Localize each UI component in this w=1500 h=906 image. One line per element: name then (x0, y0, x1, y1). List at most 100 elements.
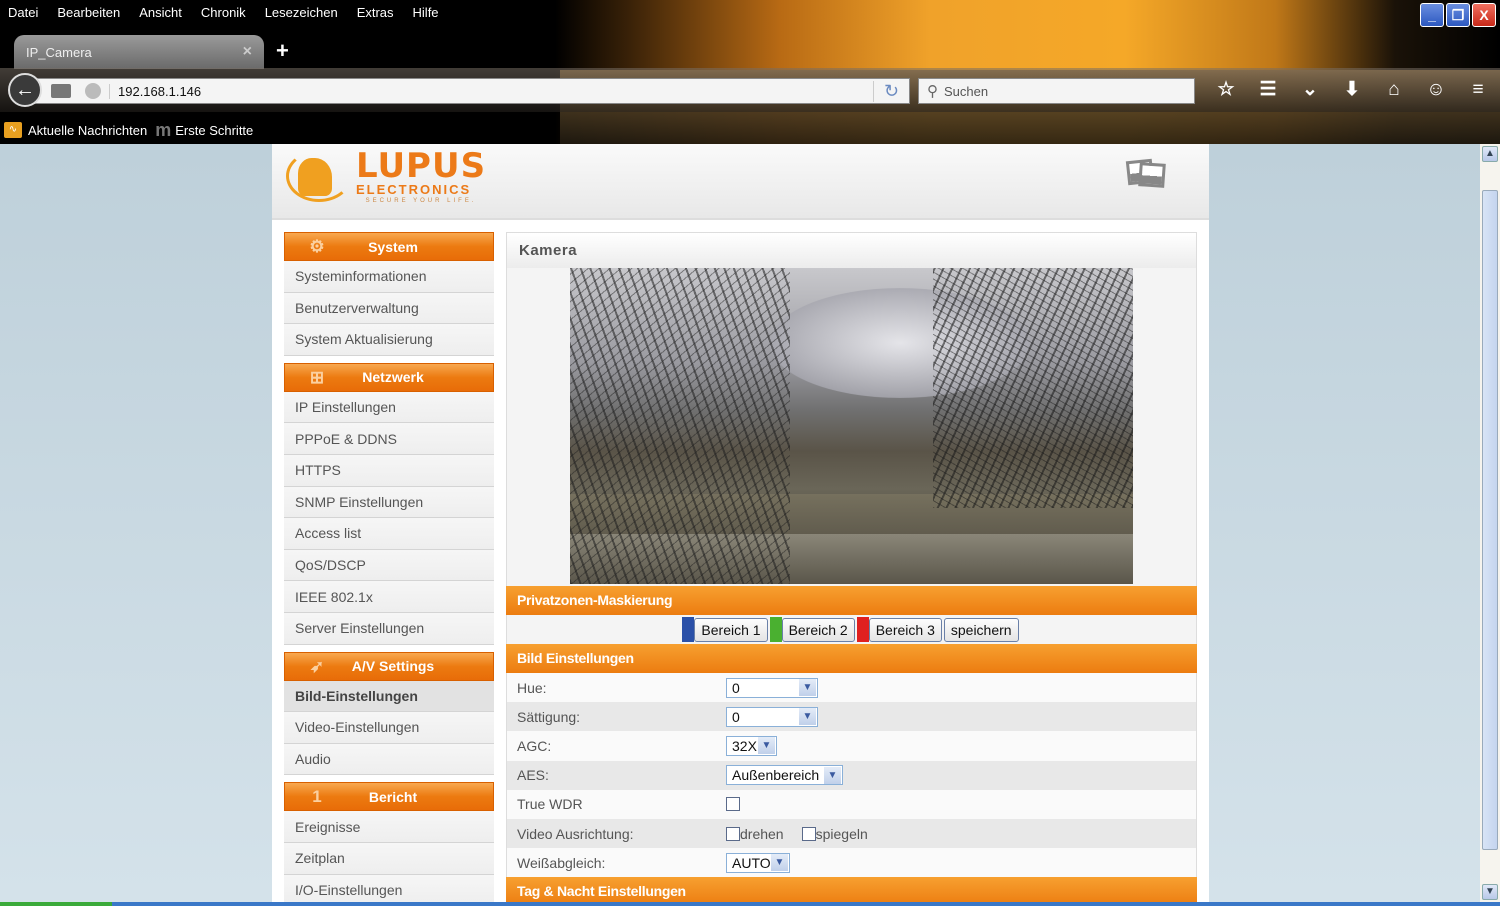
bereich-1-button[interactable]: Bereich 1 (694, 617, 768, 642)
reload-icon[interactable]: ↻ (873, 80, 909, 102)
chevron-down-icon: ▼ (824, 766, 841, 784)
menu-extras[interactable]: Extras (357, 5, 394, 20)
bookmarks-bar: ∿ Aktuelle Nachrichten m Erste Schritte (0, 118, 253, 142)
hue-select[interactable]: 0 ▼ (726, 677, 818, 698)
bookmark-erste-schritte[interactable]: Erste Schritte (175, 123, 253, 138)
brand-name: LUPUS (356, 145, 487, 186)
orientation-row: Video Ausrichtung: drehen spiegeln (506, 818, 1197, 849)
agc-row: AGC: 32X ▼ (506, 731, 1197, 761)
bookmark-aktuelle-nachrichten[interactable]: Aktuelle Nachrichten (28, 123, 147, 138)
identity-icon[interactable] (51, 84, 71, 98)
agc-select[interactable]: 32X ▼ (726, 735, 777, 756)
scroll-up-icon[interactable]: ▲ (1482, 146, 1498, 162)
wolf-logo-icon (284, 148, 354, 204)
chat-icon[interactable]: ☺ (1415, 79, 1457, 101)
sidebar-item-https[interactable]: HTTPS (284, 454, 494, 487)
aes-row: AES: Außenbereich ▼ (506, 760, 1197, 790)
panel-title: Kamera (506, 232, 1197, 268)
white-balance-select[interactable]: AUTO ▼ (726, 852, 790, 873)
scroll-down-icon[interactable]: ▼ (1482, 884, 1498, 900)
av-icon: ➶ (309, 656, 325, 676)
sidebar-item-snmp[interactable]: SNMP Einstellungen (284, 486, 494, 519)
drehen-checkbox[interactable] (726, 826, 740, 841)
downloads-icon[interactable]: ⬇ (1331, 78, 1373, 101)
url-input[interactable]: 192.168.1.146 (109, 83, 873, 99)
saturation-select[interactable]: 0 ▼ (726, 706, 818, 727)
wdr-checkbox[interactable] (726, 797, 740, 812)
menu-hilfe[interactable]: Hilfe (413, 5, 439, 20)
saturation-value: 0 (732, 708, 740, 725)
chevron-down-icon: ▼ (799, 679, 816, 697)
pocket-icon[interactable]: ⌄ (1289, 78, 1331, 101)
reading-list-icon[interactable]: ☰ (1247, 78, 1289, 101)
wdr-label: True WDR (517, 796, 583, 813)
taskbar-start[interactable] (0, 902, 112, 906)
sidebar-item-ip-einstellungen[interactable]: IP Einstellungen (284, 391, 494, 424)
sidebar-item-ereignisse[interactable]: Ereignisse (284, 811, 494, 843)
spiegeln-checkbox[interactable] (801, 826, 816, 841)
search-input[interactable]: ⚲ Suchen (918, 78, 1195, 104)
back-button[interactable]: ← (8, 73, 42, 107)
bereich-2-button[interactable]: Bereich 2 (781, 617, 855, 642)
camera-live-view[interactable] (570, 268, 1133, 584)
sidebar-item-server-einstellungen[interactable]: Server Einstellungen (284, 612, 494, 645)
tab-ip-camera[interactable]: IP_Camera × (14, 35, 264, 69)
sidebar-item-bild-einstellungen[interactable]: Bild-Einstellungen (284, 680, 494, 713)
scrollbar-thumb[interactable] (1482, 190, 1498, 850)
bereich-3-button[interactable]: Bereich 3 (868, 617, 942, 642)
new-tab-button[interactable]: + (276, 38, 289, 64)
chevron-down-icon: ▼ (758, 737, 775, 755)
window-controls: _ ❐ X (1420, 3, 1496, 27)
sidebar-section-system[interactable]: ⚙ System (284, 232, 494, 261)
hue-row: Hue: 0 ▼ (506, 673, 1197, 703)
sidebar-item-systeminformationen[interactable]: Systeminformationen (284, 261, 494, 293)
spiegeln-label: spiegeln (815, 825, 868, 842)
menu-datei[interactable]: Datei (8, 5, 38, 20)
chevron-down-icon: ▼ (771, 854, 788, 872)
sidebar-item-benutzerverwaltung[interactable]: Benutzerverwaltung (284, 292, 494, 325)
white-balance-row: Weißabgleich: AUTO ▼ (506, 848, 1197, 878)
toolbar-icons: ☆ ☰ ⌄ ⬇ ⌂ ☺ ≡ (1205, 78, 1499, 101)
menu-ansicht[interactable]: Ansicht (139, 5, 182, 20)
home-icon[interactable]: ⌂ (1373, 79, 1415, 101)
tab-close-icon[interactable]: × (243, 43, 252, 61)
sidebar-section-bericht[interactable]: 1 Bericht (284, 782, 494, 812)
menu-bar: Datei Bearbeiten Ansicht Chronik Lesezei… (0, 0, 458, 24)
sidebar-section-netzwerk[interactable]: ⊞ Netzwerk (284, 362, 494, 392)
gallery-icon[interactable] (1125, 158, 1167, 190)
menu-lesezeichen[interactable]: Lesezeichen (265, 5, 338, 20)
sidebar-item-audio[interactable]: Audio (284, 743, 494, 776)
page-header: LUPUS ELECTRONICS SECURE YOUR LIFE. (272, 144, 1209, 220)
bookmark-star-icon[interactable]: ☆ (1205, 78, 1247, 101)
wdr-row: True WDR (506, 789, 1197, 819)
hue-label: Hue: (517, 679, 547, 696)
sidebar-section-av-settings[interactable]: ➶ A/V Settings (284, 651, 494, 681)
aes-select[interactable]: Außenbereich ▼ (726, 765, 843, 786)
white-balance-label: Weißabgleich: (517, 854, 606, 871)
sidebar-item-ieee-8021x[interactable]: IEEE 802.1x (284, 581, 494, 613)
menu-bearbeiten[interactable]: Bearbeiten (57, 5, 120, 20)
lupus-logo[interactable]: LUPUS ELECTRONICS SECURE YOUR LIFE. (284, 148, 486, 204)
section-title: System (368, 238, 418, 255)
sidebar-item-video-einstellungen[interactable]: Video-Einstellungen (284, 712, 494, 744)
hamburger-menu-icon[interactable]: ≡ (1457, 79, 1499, 101)
image-settings-form: Hue: 0 ▼ Sättigung: 0 ▼ AGC: 32X ▼ AES: Auß… (506, 673, 1197, 878)
url-bar[interactable]: 192.168.1.146 ↻ (30, 78, 910, 104)
sidebar-item-access-list[interactable]: Access list (284, 518, 494, 550)
close-window-button[interactable]: X (1472, 3, 1496, 27)
agc-value: 32X (732, 737, 757, 754)
sidebar-item-zeitplan[interactable]: Zeitplan (284, 842, 494, 875)
camera-web-interface: LUPUS ELECTRONICS SECURE YOUR LIFE. ⚙ Sy… (272, 144, 1209, 902)
sidebar-item-qos-dscp[interactable]: QoS/DSCP (284, 549, 494, 582)
maximize-button[interactable]: ❐ (1446, 3, 1470, 27)
section-title: Bericht (368, 788, 418, 805)
minimize-button[interactable]: _ (1420, 3, 1444, 27)
speichern-button[interactable]: speichern (943, 617, 1019, 642)
saturation-label: Sättigung: (517, 708, 581, 725)
sidebar-item-io-einstellungen[interactable]: I/O-Einstellungen (284, 874, 494, 902)
menu-chronik[interactable]: Chronik (201, 5, 246, 20)
sidebar-item-system-aktualisierung[interactable]: System Aktualisierung (284, 324, 494, 356)
zone-3-color-swatch (856, 617, 869, 642)
sidebar-item-pppoe-ddns[interactable]: PPPoE & DDNS (284, 423, 494, 455)
vertical-scrollbar[interactable]: ▲ ▼ (1480, 144, 1500, 902)
